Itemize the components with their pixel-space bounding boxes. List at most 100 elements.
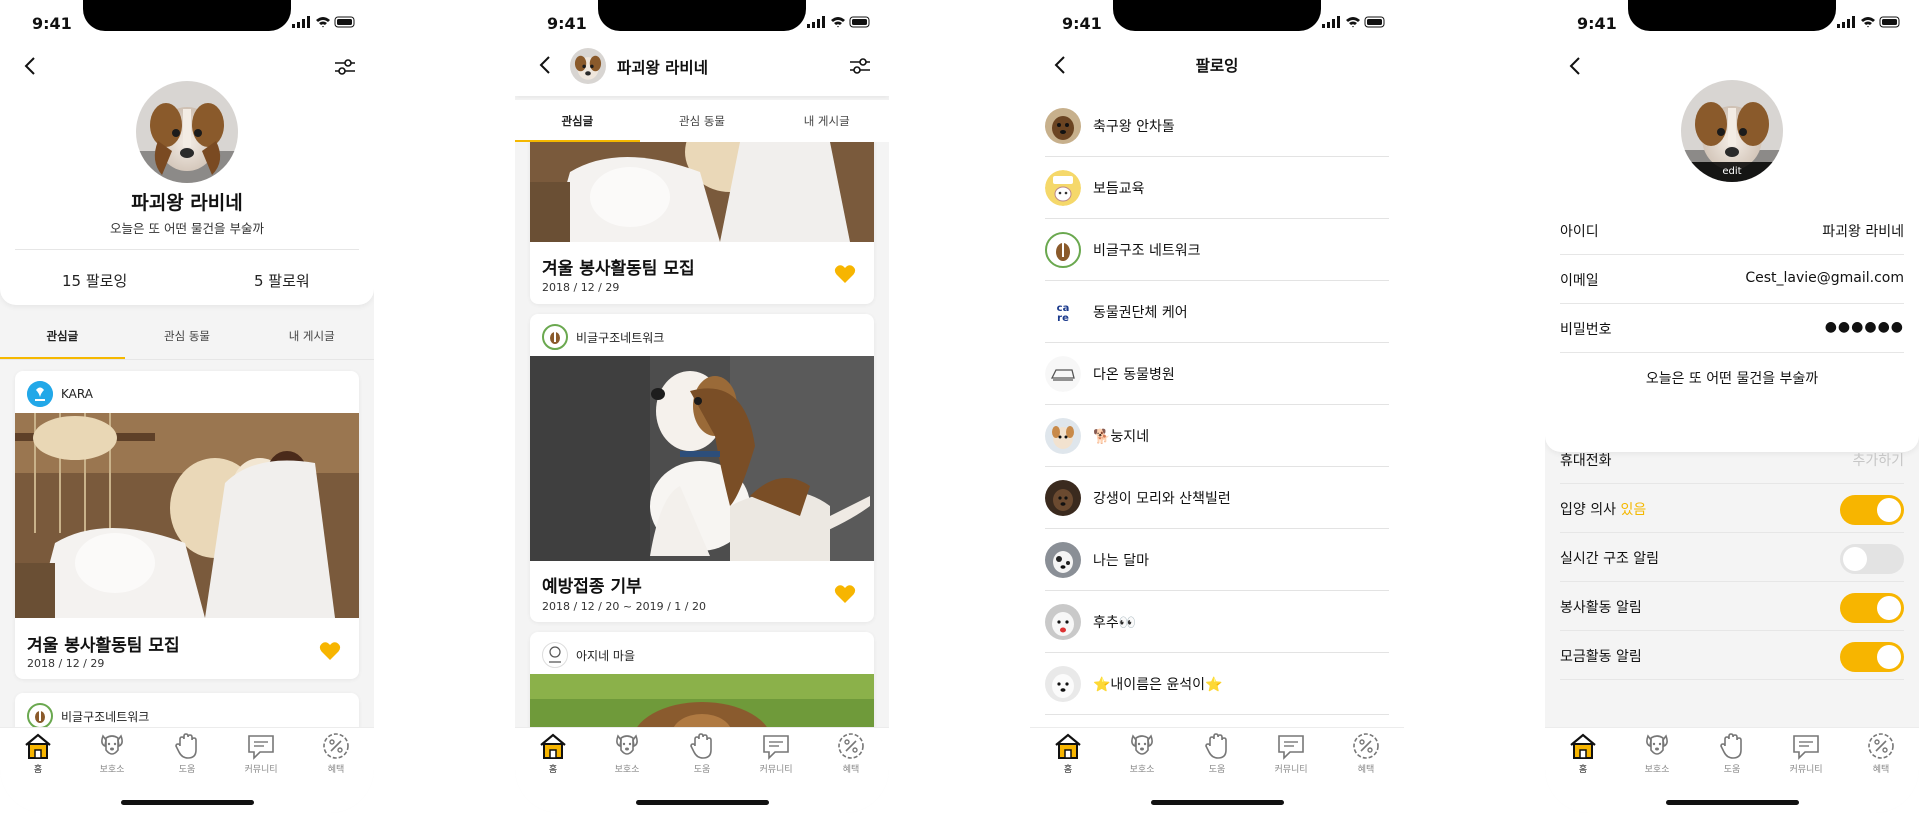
post-title: 겨울 봉사활동팀 모집 [542, 259, 695, 279]
nav-home[interactable]: 홈 [1553, 732, 1613, 775]
tab-my-posts[interactable]: 내 게시글 [764, 100, 889, 142]
heart-icon[interactable] [834, 584, 856, 604]
home-icon [1055, 733, 1081, 759]
following-item[interactable]: ⭐내이름은 윤석이⭐ [1045, 653, 1389, 715]
nav-home[interactable]: 홈 [8, 732, 68, 775]
hand-icon [1720, 733, 1742, 759]
email-value[interactable]: Cest_lavie@gmail.com [1745, 270, 1904, 286]
nav-benefits[interactable]: 혜택 [1851, 732, 1911, 775]
volunteer-alert-toggle[interactable] [1840, 593, 1904, 623]
tab-interest-posts[interactable]: 관심글 [515, 100, 640, 142]
status-time: 9:41 [1577, 14, 1617, 33]
following-name: 강생이 모리와 산책빌런 [1093, 490, 1231, 507]
rescue-alert-toggle[interactable] [1840, 544, 1904, 574]
avatar: ca re [1045, 293, 1081, 330]
settings-button[interactable] [331, 53, 359, 81]
phone-add[interactable]: 추가하기 [1852, 450, 1904, 470]
following-name: ⭐내이름은 윤석이⭐ [1093, 676, 1223, 693]
bio-text[interactable]: 오늘은 또 어떤 물건을 부술까 [1545, 368, 1919, 388]
status-time: 9:41 [547, 14, 587, 33]
home-icon [540, 733, 566, 759]
password-value[interactable]: ●●●●●● [1825, 319, 1904, 335]
following-item[interactable]: 나는 달마 [1045, 529, 1389, 591]
heart-icon[interactable] [319, 641, 341, 661]
hand-icon [175, 733, 197, 759]
password-row: 비밀번호 ●●●●●● [1560, 304, 1904, 353]
back-button[interactable] [16, 52, 44, 80]
post-card[interactable]: 겨울 봉사활동팀 모집 2018 / 12 / 29 [530, 120, 874, 304]
edit-avatar-label[interactable]: edit [1681, 162, 1783, 182]
avatar [1045, 541, 1081, 578]
post-card[interactable]: 아지네 마을 [530, 632, 874, 742]
following-item[interactable]: 다온 동물병원 [1045, 343, 1389, 405]
nav-community[interactable]: 커뮤니티 [746, 732, 806, 775]
profile-avatar[interactable] [136, 81, 238, 183]
following-count[interactable]: 15 팔로잉 [62, 270, 127, 291]
post-card[interactable]: 비글구조네트워크 예방접종 기부 2018 / 12 / 20 ~ 2019 /… [530, 314, 874, 622]
page-title: 팔로잉 [1195, 57, 1239, 75]
following-item[interactable]: 축구왕 안차돌 [1045, 95, 1389, 157]
post-author[interactable]: 비글구조네트워크 [27, 703, 149, 729]
tab-interest-animals[interactable]: 관심 동물 [640, 100, 765, 142]
tab-interest-posts[interactable]: 관심글 [0, 313, 125, 359]
back-button[interactable] [531, 51, 559, 79]
hand-icon [690, 733, 712, 759]
profile-tabs: 관심글 관심 동물 내 게시글 [0, 313, 374, 359]
follower-count[interactable]: 5 팔로워 [254, 270, 310, 291]
edit-profile-screen: 9:41 edit 아이디 파괴왕 라비네 이메일 Cest_lavie@gma… [1545, 0, 1919, 813]
following-name: 나는 달마 [1093, 552, 1149, 569]
bottom-nav: 홈 보호소 도움 커뮤니티 혜택 [515, 727, 889, 813]
nav-help[interactable]: 도움 [1702, 732, 1762, 775]
nav-community[interactable]: 커뮤니티 [1776, 732, 1836, 775]
adopt-toggle[interactable] [1840, 495, 1904, 525]
post-image [530, 142, 874, 242]
profile-avatar[interactable]: edit [1681, 80, 1783, 182]
nav-community[interactable]: 커뮤니티 [1261, 732, 1321, 775]
post-author[interactable]: 아지네 마을 [542, 642, 635, 668]
nav-benefits[interactable]: 혜택 [821, 732, 881, 775]
post-card[interactable]: KARA 겨울 봉사활동팀 모집 2018 / 12 / 29 [15, 371, 359, 679]
fund-alert-toggle[interactable] [1840, 642, 1904, 672]
tab-interest-animals[interactable]: 관심 동물 [125, 313, 250, 359]
bottom-nav: 홈 보호소 도움 커뮤니티 혜택 [1030, 727, 1404, 813]
following-screen: 9:41 팔로잉 축구왕 안차돌 보듬교육 비글구조 네트워크 ca re 동물권… [1030, 0, 1404, 813]
following-item[interactable]: ca re 동물권단체 케어 [1045, 281, 1389, 343]
home-indicator [1666, 800, 1799, 805]
following-item[interactable]: 🐕눙지네 [1045, 405, 1389, 467]
header-avatar[interactable] [570, 48, 606, 84]
nav-shelter[interactable]: 보호소 [1627, 732, 1687, 775]
nav-home[interactable]: 홈 [523, 732, 583, 775]
nav-help[interactable]: 도움 [157, 732, 217, 775]
id-value[interactable]: 파괴왕 라비네 [1822, 221, 1904, 241]
chat-icon [763, 735, 789, 760]
post-author[interactable]: 비글구조네트워크 [542, 324, 664, 350]
following-item[interactable]: 보듬교육 [1045, 157, 1389, 219]
following-name: 축구왕 안차돌 [1093, 118, 1175, 135]
following-item[interactable]: 비글구조 네트워크 [1045, 219, 1389, 281]
nav-shelter[interactable]: 보호소 [597, 732, 657, 775]
percent-icon [838, 733, 864, 759]
heart-icon[interactable] [834, 264, 856, 284]
nav-help[interactable]: 도움 [1187, 732, 1247, 775]
nav-help[interactable]: 도움 [672, 732, 732, 775]
back-button[interactable] [1561, 52, 1589, 80]
nav-community[interactable]: 커뮤니티 [231, 732, 291, 775]
dog-icon [616, 734, 638, 755]
dog-icon [101, 734, 123, 755]
settings-button[interactable] [846, 52, 874, 80]
tab-my-posts[interactable]: 내 게시글 [249, 313, 374, 359]
post-author-name: 비글구조네트워크 [61, 709, 150, 724]
nav-shelter[interactable]: 보호소 [82, 732, 142, 775]
status-bar: 9:41 [0, 0, 374, 44]
post-author[interactable]: KARA [27, 381, 93, 407]
following-item[interactable]: 후추👀 [1045, 591, 1389, 653]
nav-benefits[interactable]: 혜택 [1336, 732, 1396, 775]
nav-shelter[interactable]: 보호소 [1112, 732, 1172, 775]
rescue-alert-row: 실시간 구조 알림 [1560, 533, 1904, 582]
svg-text:re: re [1057, 313, 1069, 324]
nav-home[interactable]: 홈 [1038, 732, 1098, 775]
nav-benefits[interactable]: 혜택 [306, 732, 366, 775]
status-time: 9:41 [1062, 14, 1102, 33]
post-date: 2018 / 12 / 29 [27, 657, 105, 670]
following-item[interactable]: 강생이 모리와 산책빌런 [1045, 467, 1389, 529]
